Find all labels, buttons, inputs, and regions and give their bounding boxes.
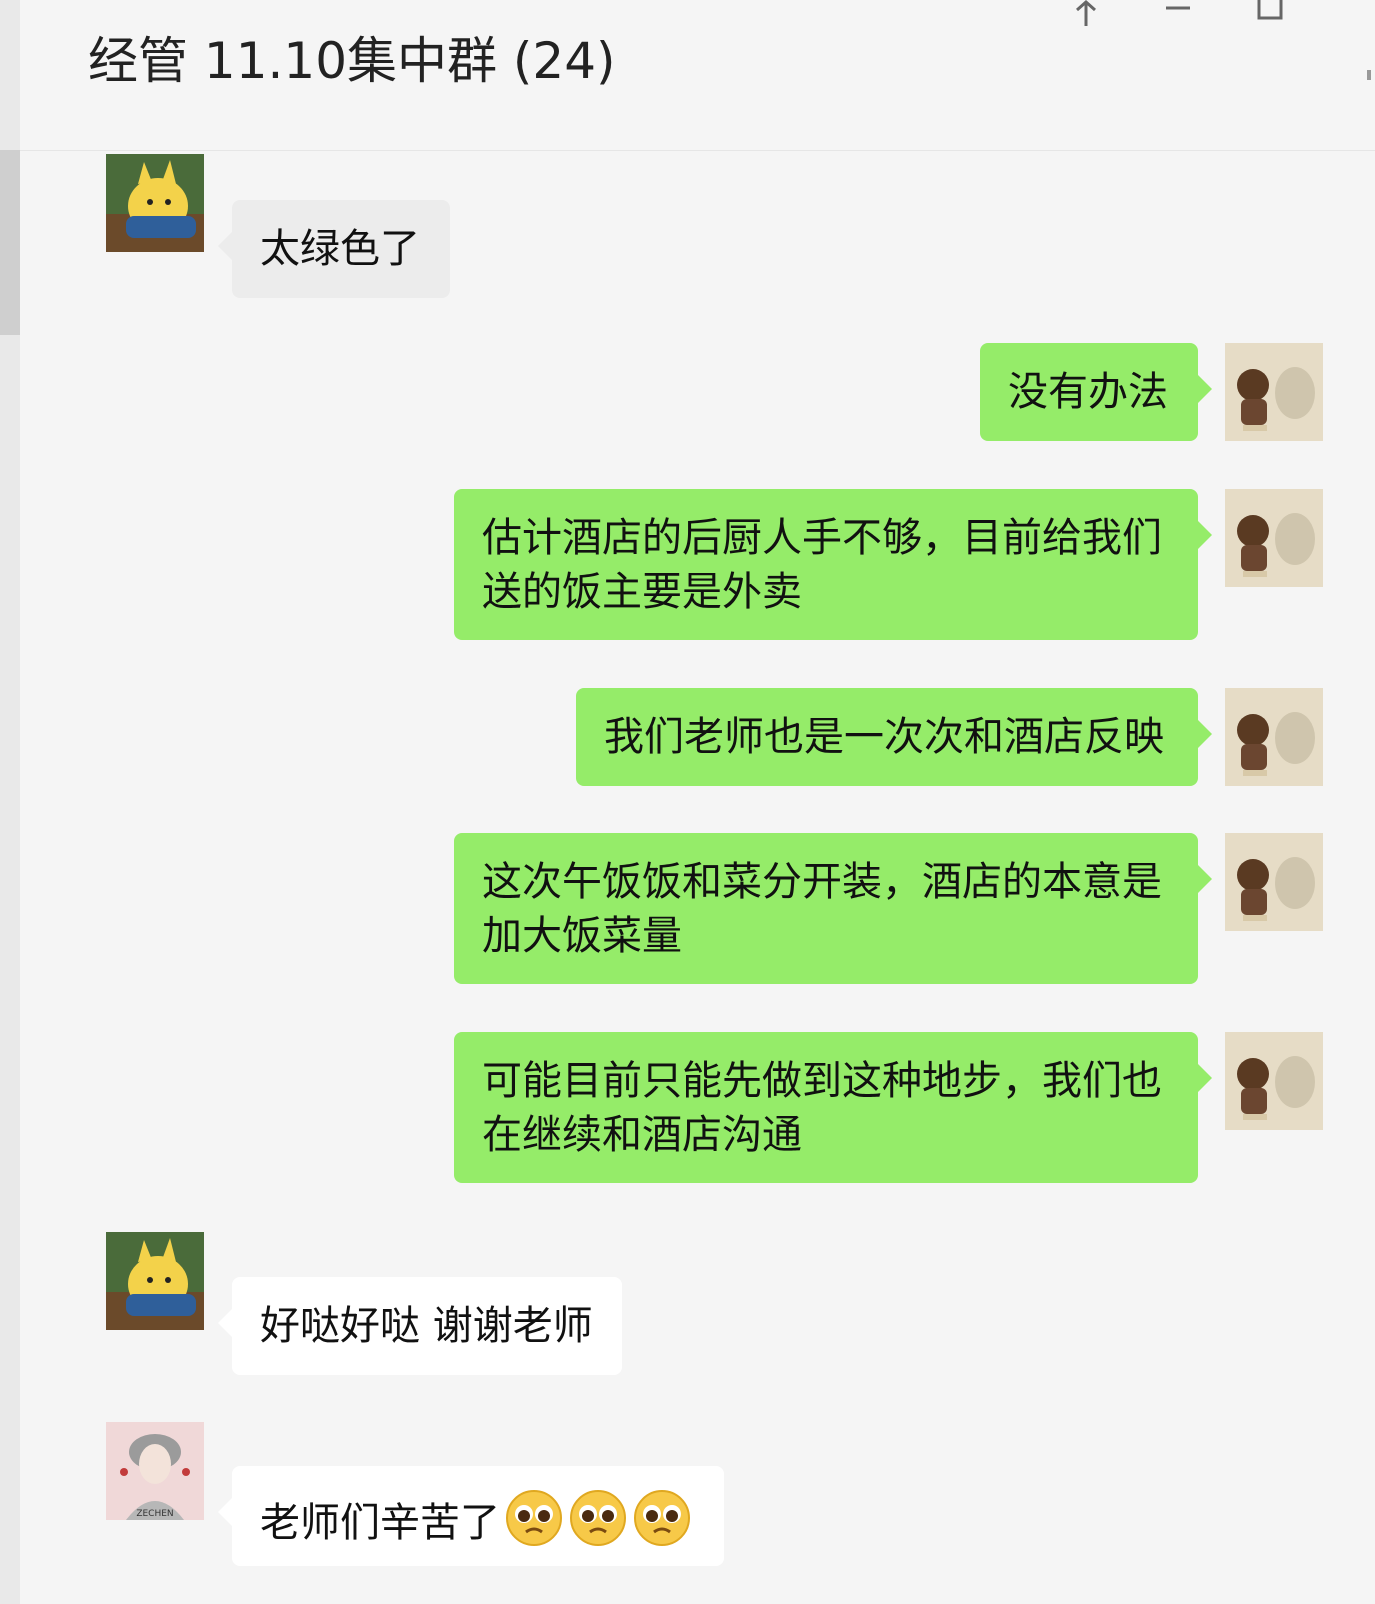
pleading-face-emoji-icon bbox=[568, 1488, 628, 1548]
message-text: 我们老师也是一次次和酒店反映 bbox=[604, 714, 1164, 760]
cartoon-chick-avatar-icon[interactable] bbox=[106, 154, 204, 252]
figurine-avatar-icon[interactable] bbox=[1225, 489, 1323, 587]
message-text: 可能目前只能先做到这种地步，我们也在继续和酒店沟通 bbox=[482, 1058, 1162, 1158]
pleading-face-emoji-icon bbox=[504, 1488, 564, 1548]
message-list[interactable]: 太绿色了 没有办法 估计酒店的后厨人手不够，目前给我们送的饭主要是外卖 我们老师… bbox=[20, 150, 1375, 1604]
message-bubble[interactable]: 估计酒店的后厨人手不够，目前给我们送的饭主要是外卖 bbox=[454, 489, 1212, 640]
chat-title-bar: 经管 11.10集中群 (24) bbox=[20, 0, 1375, 151]
maximize-icon[interactable] bbox=[1250, 0, 1290, 28]
message-text: 估计酒店的后厨人手不够，目前给我们送的饭主要是外卖 bbox=[482, 515, 1162, 615]
message-bubble[interactable]: 好哒好哒 谢谢老师 bbox=[218, 1277, 622, 1375]
girl-portrait-avatar-icon[interactable]: ZECHEN bbox=[106, 1422, 204, 1520]
minimize-icon[interactable] bbox=[1158, 0, 1198, 28]
message-bubble[interactable]: 老师们辛苦了 bbox=[218, 1466, 724, 1566]
cartoon-chick-avatar-icon[interactable] bbox=[106, 1232, 204, 1330]
figurine-avatar-icon[interactable] bbox=[1225, 1032, 1323, 1130]
pin-icon[interactable] bbox=[1066, 0, 1106, 28]
figurine-avatar-icon[interactable] bbox=[1225, 688, 1323, 786]
message-bubble[interactable]: 没有办法 bbox=[980, 343, 1212, 441]
pleading-face-emoji-icon bbox=[632, 1488, 692, 1548]
figurine-avatar-icon[interactable] bbox=[1225, 833, 1323, 931]
message-text: 老师们辛苦了 bbox=[260, 1500, 500, 1546]
message-bubble[interactable]: 可能目前只能先做到这种地步，我们也在继续和酒店沟通 bbox=[454, 1032, 1212, 1183]
message-bubble[interactable]: 太绿色了 bbox=[218, 200, 450, 298]
message-text: 没有办法 bbox=[1008, 369, 1168, 415]
chat-title: 经管 11.10集中群 (24) bbox=[88, 32, 616, 90]
message-bubble[interactable]: 这次午饭饭和菜分开装，酒店的本意是加大饭菜量 bbox=[454, 833, 1212, 984]
message-text: 这次午饭饭和菜分开装，酒店的本意是加大饭菜量 bbox=[482, 859, 1162, 959]
message-text: 好哒好哒 谢谢老师 bbox=[260, 1303, 593, 1349]
window-edge-mark bbox=[1367, 70, 1371, 80]
avatar-caption: ZECHEN bbox=[136, 1509, 173, 1519]
message-bubble[interactable]: 我们老师也是一次次和酒店反映 bbox=[576, 688, 1212, 786]
message-text: 太绿色了 bbox=[260, 226, 420, 272]
figurine-avatar-icon[interactable] bbox=[1225, 343, 1323, 441]
scrollbar-thumb[interactable] bbox=[0, 150, 20, 335]
